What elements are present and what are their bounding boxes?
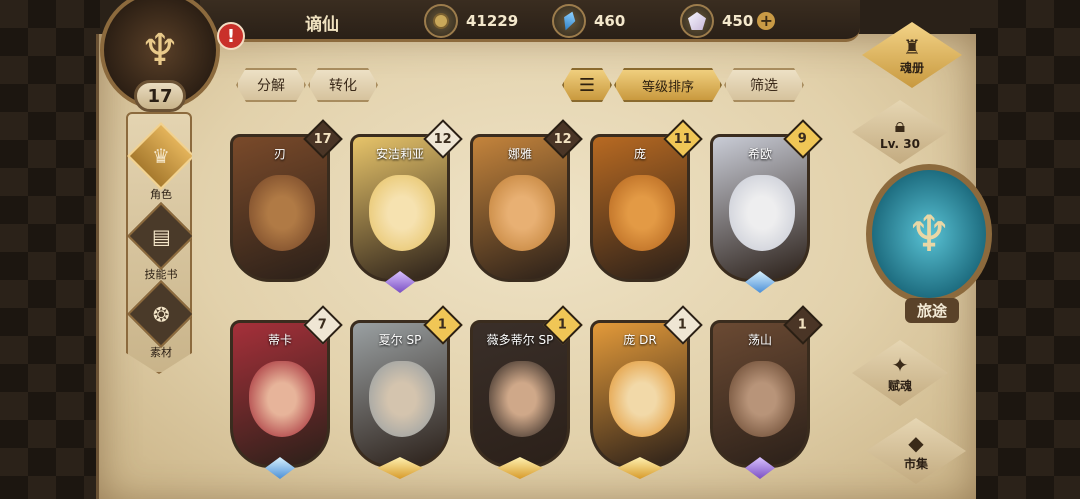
crystal-icon (552, 4, 586, 38)
decompose-button[interactable]: 分解 (236, 68, 306, 102)
nav-item-material[interactable]: ❂ 素材 (127, 280, 192, 362)
gold-resource[interactable]: 41229 (424, 4, 519, 38)
lock-icon: 🔒︎ (894, 113, 906, 137)
hero-card[interactable]: 庞 11 (590, 119, 703, 282)
hero-level: 7 (318, 317, 328, 333)
hero-card[interactable]: 希欧 9 (710, 119, 823, 293)
helmet-icon: ♛ (127, 122, 192, 190)
player-level-badge: 17 (134, 80, 186, 112)
sort-icon: ☰ (578, 74, 596, 96)
gold-value: 41229 (466, 12, 519, 30)
left-frame (0, 0, 100, 499)
hero-card[interactable]: 夏尔 SP 1 (350, 305, 463, 479)
hero-level: 9 (798, 131, 808, 147)
gem-resource[interactable]: 450 + (680, 4, 776, 38)
soul-book-icon: ♜ (903, 34, 921, 59)
hero-level: 12 (433, 131, 453, 147)
market-icon: ◆ (908, 430, 924, 455)
talent-icon: ✦ (891, 352, 909, 377)
hero-level: 1 (558, 317, 568, 333)
left-nav: ♛ 角色 ▤ 技能书 ❂ 素材 (126, 112, 192, 374)
lock-level-label: Lv. 30 (880, 137, 920, 151)
hero-level: 1 (678, 317, 688, 333)
hero-level: 12 (553, 131, 573, 147)
gem-value: 450 (722, 12, 754, 30)
hero-card[interactable]: 安洁莉亚 12 (350, 119, 463, 293)
hero-level: 1 (798, 317, 808, 333)
hero-card[interactable]: 刃 17 (230, 119, 343, 282)
book-icon: ▤ (127, 202, 192, 270)
add-gem-button[interactable]: + (757, 12, 776, 30)
hero-level: 1 (438, 317, 448, 333)
hero-card[interactable]: 娜雅 12 (470, 119, 583, 282)
talent-label: 赋魂 (887, 378, 912, 393)
crystal-value: 460 (594, 12, 626, 30)
sort-by-level-button[interactable]: 等级排序 (614, 68, 722, 102)
hero-level: 11 (673, 131, 693, 147)
journey-label: 旅途 (905, 298, 959, 323)
journey-emblem-icon: ♆ (906, 205, 952, 263)
market-label: 市集 (903, 456, 928, 471)
journey-button[interactable]: ♆ (866, 164, 992, 304)
player-name: 谪仙 (305, 15, 339, 35)
alert-icon[interactable]: ! (217, 22, 245, 50)
convert-button[interactable]: 转化 (308, 68, 378, 102)
nav-item-character[interactable]: ♛ 角色 (127, 122, 192, 204)
sort-toggle-button[interactable]: ☰ (562, 68, 612, 102)
avatar-emblem-icon: ♆ (140, 24, 180, 76)
crystal-resource[interactable]: 460 (552, 4, 626, 38)
filter-button[interactable]: 筛选 (724, 68, 804, 102)
hero-card[interactable]: 蒂卡 7 (230, 305, 343, 479)
gem-icon (680, 4, 714, 38)
hero-card[interactable]: 薇多蒂尔 SP 1 (470, 305, 583, 479)
hero-level: 17 (313, 131, 333, 147)
hero-card[interactable]: 荡山 1 (710, 305, 823, 479)
hero-card[interactable]: 庞 DR 1 (590, 305, 703, 479)
nav-item-skill-book[interactable]: ▤ 技能书 (127, 202, 192, 284)
material-icon: ❂ (127, 280, 192, 348)
soul-book-label: 魂册 (899, 60, 924, 75)
coin-icon (424, 4, 458, 38)
